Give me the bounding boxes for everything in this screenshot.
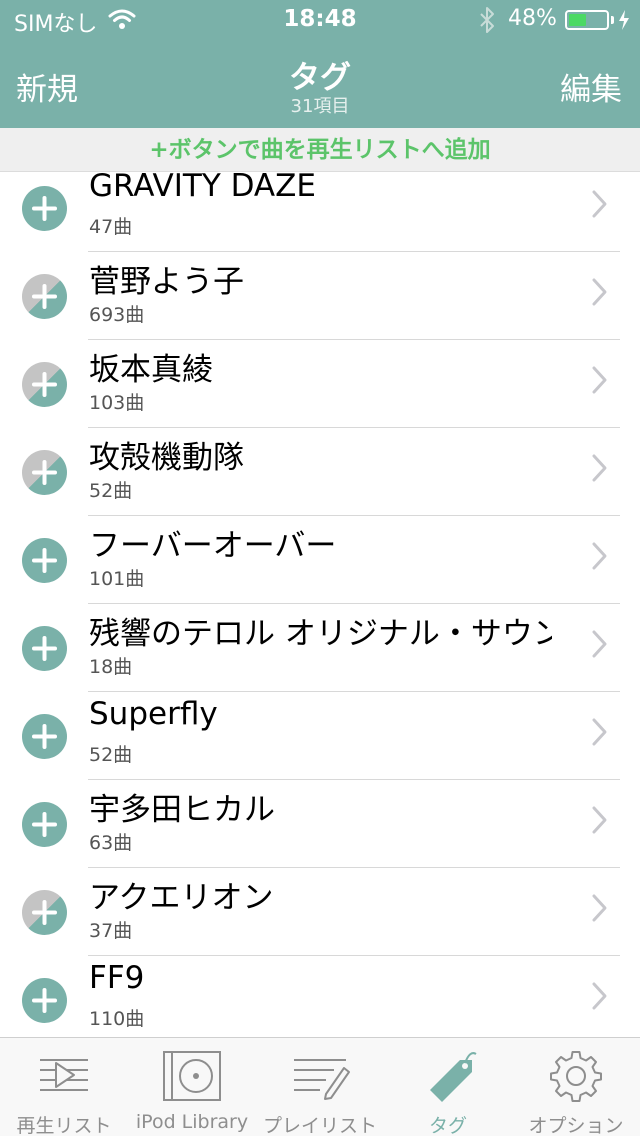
navigation-header: SIMなし 18:48 48% 新規 タグ 31項目 編集	[0, 0, 640, 128]
tag-name: 残響のテロル オリジナル・サウンドトラック	[89, 616, 552, 652]
tag-row[interactable]: フーバーオーバー 101曲	[0, 516, 640, 604]
add-to-queue-button[interactable]	[22, 450, 67, 495]
status-bar: SIMなし 18:48 48%	[0, 0, 640, 40]
plus-icon	[32, 196, 57, 221]
add-to-queue-button[interactable]	[22, 890, 67, 935]
page-title: タグ	[289, 60, 351, 96]
plus-icon	[32, 284, 57, 309]
chevron-right-icon	[590, 276, 610, 312]
tag-name: 菅野よう子	[89, 264, 244, 300]
tag-row[interactable]: GRAVITY DAZE 47曲	[0, 172, 640, 252]
chevron-right-icon	[590, 364, 610, 400]
tab-ipod-library[interactable]: iPod Library	[128, 1038, 256, 1136]
song-count: 52曲	[89, 480, 133, 502]
tab-label: プレイリスト	[262, 1115, 377, 1136]
add-to-queue-button[interactable]	[22, 802, 67, 847]
tag-name: アクエリオン	[89, 880, 274, 916]
tag-name: Superfly	[89, 696, 218, 732]
add-to-queue-button[interactable]	[22, 714, 67, 759]
playlist-icon	[256, 1046, 384, 1108]
tab-tags[interactable]: タグ	[384, 1038, 512, 1136]
tag-row[interactable]: アクエリオン 37曲	[0, 868, 640, 956]
tag-name: 宇多田ヒカル	[89, 792, 275, 828]
tag-row[interactable]: 坂本真綾 103曲	[0, 340, 640, 428]
play-queue-icon	[0, 1046, 128, 1108]
tag-row[interactable]: 宇多田ヒカル 63曲	[0, 780, 640, 868]
plus-icon	[32, 460, 57, 485]
tab-label: 再生リスト	[16, 1115, 112, 1136]
tag-row[interactable]: 残響のテロル オリジナル・サウンドトラック 18曲	[0, 604, 640, 692]
song-count: 693曲	[89, 304, 145, 326]
add-to-queue-button[interactable]	[22, 186, 67, 231]
chevron-right-icon	[590, 452, 610, 488]
song-count: 47曲	[89, 216, 133, 238]
edit-button[interactable]: 編集	[560, 64, 622, 109]
tag-icon	[384, 1046, 512, 1108]
tag-row[interactable]: Superfly 52曲	[0, 692, 640, 780]
charging-bolt-icon	[617, 9, 631, 35]
add-to-queue-button[interactable]	[22, 978, 67, 1023]
add-to-queue-button[interactable]	[22, 362, 67, 407]
plus-icon	[32, 812, 57, 837]
battery-percent: 48%	[508, 6, 557, 31]
song-count: 37曲	[89, 920, 133, 942]
tab-label: オプション	[528, 1115, 624, 1136]
bluetooth-icon	[478, 6, 496, 38]
plus-icon	[32, 724, 57, 749]
tag-row[interactable]: 攻殻機動隊 52曲	[0, 428, 640, 516]
battery-tip	[611, 16, 614, 24]
chevron-right-icon	[590, 628, 610, 664]
ipod-icon	[128, 1046, 256, 1108]
tab-playlist[interactable]: プレイリスト	[256, 1038, 384, 1136]
tab-bar: 再生リスト iPod Library プレイリスト タグ オプション	[0, 1037, 640, 1136]
plus-icon	[32, 372, 57, 397]
tag-row[interactable]: 菅野よう子 693曲	[0, 252, 640, 340]
song-count: 101曲	[89, 568, 145, 590]
plus-icon	[32, 900, 57, 925]
tab-label: タグ	[428, 1115, 467, 1136]
chevron-right-icon	[590, 892, 610, 928]
plus-icon	[32, 548, 57, 573]
gear-icon	[512, 1046, 640, 1108]
chevron-right-icon	[590, 980, 610, 1016]
chevron-right-icon	[590, 804, 610, 840]
tag-list: GRAVITY DAZE 47曲菅野よう子 693曲坂本真綾 103曲攻殻機動隊 52曲…	[0, 172, 640, 1037]
item-count: 31項目	[290, 96, 350, 117]
add-to-queue-button[interactable]	[22, 538, 67, 583]
plus-icon	[32, 988, 57, 1013]
song-count: 103曲	[89, 392, 145, 414]
tag-name: 攻殻機動隊	[89, 440, 244, 476]
tag-name: 坂本真綾	[89, 352, 213, 388]
tab-options[interactable]: オプション	[512, 1038, 640, 1136]
song-count: 110曲	[89, 1008, 145, 1030]
tag-row[interactable]: FF9 110曲	[0, 956, 640, 1037]
add-to-queue-button[interactable]	[22, 626, 67, 671]
song-count: 52曲	[89, 744, 133, 766]
tag-name: GRAVITY DAZE	[89, 172, 316, 204]
song-count: 18曲	[89, 656, 133, 678]
add-to-queue-button[interactable]	[22, 274, 67, 319]
add-hint-banner: +ボタンで曲を再生リストへ追加	[0, 128, 640, 172]
plus-icon	[32, 636, 57, 661]
tag-name: フーバーオーバー	[89, 528, 337, 564]
song-count: 63曲	[89, 832, 133, 854]
chevron-right-icon	[590, 188, 610, 224]
chevron-right-icon	[590, 540, 610, 576]
tab-play-queue[interactable]: 再生リスト	[0, 1038, 128, 1136]
tag-name: FF9	[89, 960, 145, 996]
tab-label: iPod Library	[135, 1111, 249, 1133]
chevron-right-icon	[590, 716, 610, 752]
battery-icon	[565, 10, 609, 30]
